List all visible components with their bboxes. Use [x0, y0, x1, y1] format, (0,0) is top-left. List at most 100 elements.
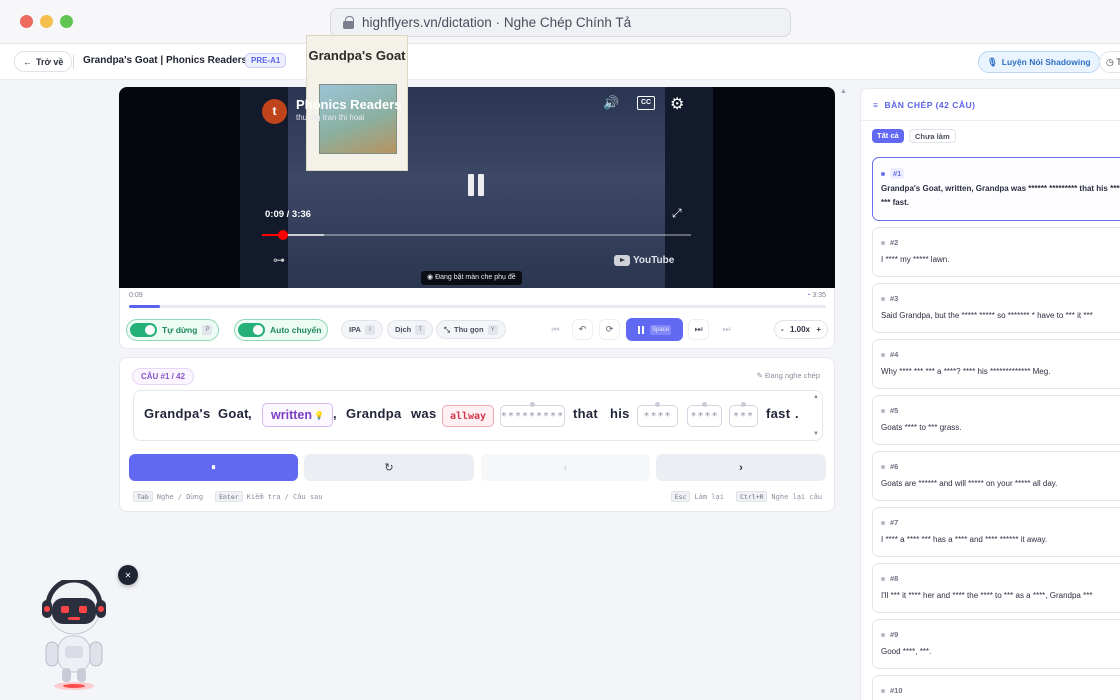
word: was	[411, 406, 437, 421]
transcript-item[interactable]: #3 Said Grandpa, but the ***** ***** so *…	[872, 283, 1120, 333]
youtube-logo[interactable]: YouTube	[614, 255, 674, 266]
video-time: 0:09 / 3:36	[265, 209, 311, 220]
transcript-item[interactable]: #2 I **** my ***** lawn.	[872, 227, 1120, 277]
retry-button[interactable]: ↻	[304, 454, 474, 481]
video-scrubber-knob[interactable]	[278, 230, 289, 240]
youtube-icon	[614, 255, 630, 266]
transcript-item[interactable]: #9 Good ****, ***.	[872, 619, 1120, 669]
minimize-window-icon[interactable]	[40, 15, 53, 28]
transcript-item[interactable]: #1 Grandpa's Goat, written, Grandpa was *…	[872, 157, 1120, 221]
transcript-item[interactable]: #6 Goats are ****** and will ***** on you…	[872, 451, 1120, 501]
next-sentence-icon[interactable]: ⏭	[688, 319, 709, 340]
robot-assistant-icon[interactable]	[38, 580, 110, 692]
book-title: Grandpa's Goat	[308, 48, 406, 63]
scroll-down-icon[interactable]: ▼	[813, 431, 819, 437]
skip-start-icon[interactable]: ⏮	[545, 319, 566, 340]
play-pause-button[interactable]: Space	[626, 318, 683, 341]
word-input-wrong[interactable]: allway	[442, 405, 494, 427]
speed-control[interactable]: - 1.00x +	[774, 320, 828, 339]
repeat-icon[interactable]: ⟳	[599, 319, 620, 340]
skip-end-icon[interactable]: ⏭	[716, 319, 737, 340]
transcript-item-number: #2	[881, 238, 898, 247]
sentence-input-area[interactable]: Grandpa's Goat , written 💡 , Grandpa was …	[133, 390, 823, 441]
item-number-text: #1	[890, 168, 905, 179]
item-number-text: #4	[890, 350, 899, 359]
back-button[interactable]: ← Trở về	[14, 51, 73, 72]
transcript-item[interactable]: #4 Why **** *** *** a ****? **** his ****…	[872, 339, 1120, 389]
rewind-icon[interactable]: ↶	[572, 319, 593, 340]
volume-icon[interactable]: 🔊	[603, 95, 619, 111]
link-icon[interactable]: ⊶	[273, 253, 285, 267]
more-label: T	[1116, 57, 1120, 67]
masked-word: ****	[690, 410, 719, 422]
more-button[interactable]: ◷ T	[1099, 51, 1120, 73]
shield-icon: ◉	[427, 274, 436, 281]
transcript-item[interactable]: #7 I **** a **** *** has a **** and **** …	[872, 507, 1120, 557]
address-bar[interactable]: highflyers.vn/dictation · Nghe Chép Chín…	[330, 8, 791, 37]
listen-pause-button[interactable]: ⏸	[129, 454, 298, 481]
video-progress-bar[interactable]	[262, 230, 691, 240]
word: that	[573, 406, 599, 421]
subtitle-cover-notice: ◉ Đang bật màn che phụ đề	[421, 271, 522, 285]
transcript-item[interactable]: #10	[872, 675, 1120, 700]
scroll-up-icon[interactable]: ▲	[813, 394, 819, 400]
masked-word: ***	[732, 410, 755, 422]
shortcut-key: Tab	[133, 491, 153, 502]
fullscreen-icon[interactable]: ⤢	[672, 206, 682, 221]
typed-word: written	[271, 408, 312, 422]
auto-pause-toggle[interactable]: Tự dừng P	[126, 319, 220, 341]
browser-chrome: highflyers.vn/dictation · Nghe Chép Chín…	[0, 0, 1120, 44]
toggle-switch	[238, 323, 265, 337]
transcript-item-number: #6	[881, 462, 898, 471]
word-input-empty[interactable]: *********	[500, 402, 565, 427]
player-controls: 0:09 ◔ 3:35 Tự dừng P Auto chuyển IPA I …	[119, 288, 835, 349]
word: his	[610, 406, 630, 421]
progress-track[interactable]	[129, 305, 826, 308]
transcript-item[interactable]: #5 Goats **** to *** grass.	[872, 395, 1120, 445]
total-time: ◔ 3:35	[806, 292, 826, 299]
word-input-empty[interactable]: ****	[687, 402, 722, 427]
word-input-empty[interactable]: ****	[637, 402, 678, 427]
tab-todo[interactable]: Chưa làm	[909, 129, 956, 143]
transcript-item[interactable]: #8 I'll *** it **** her and **** the ****…	[872, 563, 1120, 613]
translate-button[interactable]: Dịch T	[387, 320, 434, 339]
collapse-button[interactable]: ⤡ Thu gọn Y	[436, 320, 506, 339]
auto-next-toggle[interactable]: Auto chuyển	[234, 319, 329, 341]
shortcut-text: Nghe / Dừng	[156, 492, 204, 501]
item-number-text: #6	[890, 462, 899, 471]
shortcut-key: P	[202, 325, 213, 335]
word: Grandpa's	[144, 406, 211, 421]
item-number-text: #2	[890, 238, 899, 247]
divider	[861, 120, 1120, 121]
hint-dot	[702, 402, 707, 407]
page-scroll-up-icon[interactable]: ▲	[840, 88, 847, 95]
channel-avatar[interactable]: t	[262, 99, 287, 124]
collapse-icon: ⤡	[444, 324, 450, 334]
word-input-empty[interactable]: ***	[729, 402, 758, 427]
arrow-left-icon: ←	[23, 56, 32, 67]
tab-all[interactable]: Tất cả	[872, 129, 904, 143]
status-dot-icon	[881, 576, 885, 581]
shortcut-key: Space	[649, 324, 671, 335]
next-sentence-button[interactable]: ›	[656, 454, 826, 481]
pause-overlay-icon[interactable]	[465, 174, 487, 198]
speed-decrease-button[interactable]: -	[781, 325, 784, 334]
level-badge: PRE-A1	[245, 53, 287, 68]
item-number-text: #8	[890, 574, 899, 583]
settings-gear-icon[interactable]: ⚙	[670, 94, 684, 114]
close-assistant-button[interactable]: ✕	[118, 565, 138, 585]
maximize-window-icon[interactable]	[60, 15, 73, 28]
transcript-item-text: I'll *** it **** her and **** the **** t…	[881, 591, 1093, 600]
list-icon: ≡	[873, 100, 879, 110]
word-input-typed[interactable]: written 💡	[262, 403, 333, 427]
shadowing-button[interactable]: 🎙 Luyện Nói Shadowing	[978, 51, 1100, 73]
close-window-icon[interactable]	[20, 15, 33, 28]
video-title[interactable]: Phonics Readers	[296, 97, 402, 112]
speed-increase-button[interactable]: +	[816, 325, 821, 334]
ipa-button[interactable]: IPA I	[341, 320, 383, 339]
dictation-card: CÂU #1 / 42 ✎ Đang nghe chép Grandpa's G…	[119, 357, 835, 512]
previous-sentence-button[interactable]: ‹	[481, 454, 650, 481]
status-dot-icon	[881, 464, 885, 469]
item-number-text: #7	[890, 518, 899, 527]
captions-icon[interactable]: CC	[637, 96, 655, 110]
